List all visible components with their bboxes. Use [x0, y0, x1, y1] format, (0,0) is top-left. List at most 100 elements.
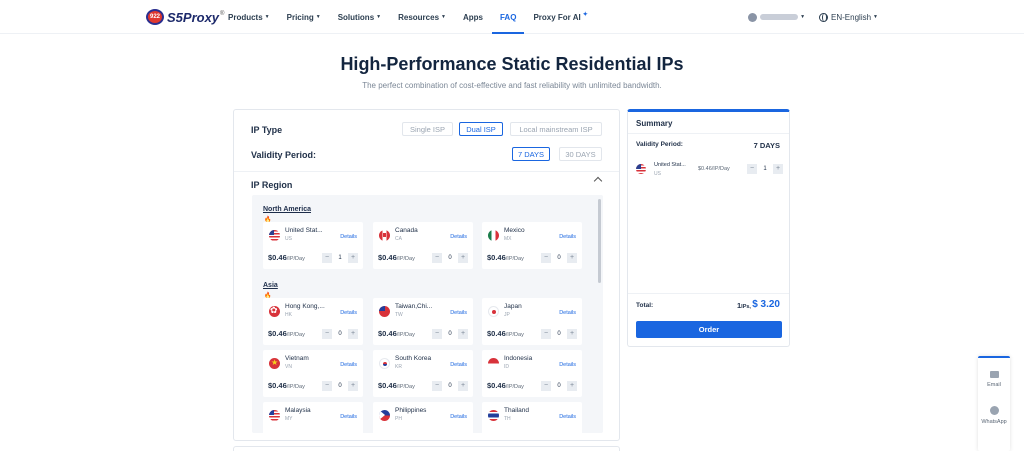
- language-selector[interactable]: EN-English ▼: [819, 12, 878, 22]
- scrollbar[interactable]: [598, 199, 601, 283]
- nav-proxy-for-ai[interactable]: Proxy For AI ✦: [533, 0, 587, 34]
- increment-button[interactable]: +: [773, 163, 783, 174]
- price: $0.46/IP/Day: [268, 329, 305, 338]
- country-code: CA: [395, 236, 402, 242]
- quantity-value[interactable]: 0: [551, 329, 567, 339]
- increment-button[interactable]: +: [458, 328, 468, 339]
- country-card-jp: Japan JP Details $0.46/IP/Day −0 +: [482, 298, 582, 345]
- increment-button[interactable]: +: [567, 380, 577, 391]
- details-link[interactable]: Details: [559, 234, 576, 240]
- quantity-value[interactable]: 0: [551, 381, 567, 391]
- country-code: KR: [395, 364, 402, 370]
- nav-products[interactable]: Products ▼: [228, 0, 270, 34]
- decrement-button[interactable]: −: [541, 328, 551, 339]
- price-value: $0.46: [268, 329, 287, 338]
- country-card-mx: Mexico MX Details $0.46/IP/Day −0 +: [482, 222, 582, 269]
- details-link[interactable]: Details: [559, 310, 576, 316]
- increment-button[interactable]: +: [458, 252, 468, 263]
- nav-links: Products ▼ Pricing ▼ Solutions ▼ Resources ▼…: [228, 0, 605, 34]
- validity-period-label: Validity Period:: [251, 150, 317, 160]
- details-link[interactable]: Details: [450, 362, 467, 368]
- country-card-ph: Philippines PH Details: [373, 402, 473, 433]
- decrement-button[interactable]: −: [747, 163, 757, 174]
- country-code: ID: [504, 364, 509, 370]
- nav-apps[interactable]: Apps: [463, 0, 483, 34]
- nav-faq[interactable]: FAQ: [491, 0, 526, 34]
- flag-ca-icon: [379, 230, 390, 241]
- quantity-value[interactable]: 1: [757, 164, 773, 174]
- price-unit: /IP/Day: [286, 256, 305, 262]
- decrement-button[interactable]: −: [432, 328, 442, 339]
- increment-button[interactable]: +: [567, 328, 577, 339]
- flag-kr-icon: [379, 358, 390, 369]
- details-link[interactable]: Details: [340, 234, 357, 240]
- decrement-button[interactable]: −: [541, 252, 551, 263]
- caret-down-icon: ▼: [800, 14, 806, 20]
- country-name: United Stat...: [285, 227, 323, 234]
- whatsapp-icon: [989, 406, 999, 415]
- quantity-value[interactable]: 0: [551, 253, 567, 263]
- price: $0.46/IP/Day: [378, 381, 415, 390]
- details-link[interactable]: Details: [340, 362, 357, 368]
- flag-th-icon: [488, 410, 499, 421]
- chevron-up-icon[interactable]: [593, 176, 603, 186]
- country-card-th: Thailand TH Details: [482, 402, 582, 433]
- s5proxy-logo[interactable]: 922 S5Proxy ®: [146, 9, 224, 25]
- contact-email[interactable]: Email: [978, 371, 1010, 388]
- details-link[interactable]: Details: [450, 234, 467, 240]
- country-name: South Korea: [395, 355, 432, 362]
- decrement-button[interactable]: −: [541, 380, 551, 391]
- order-button[interactable]: Order: [636, 321, 782, 338]
- increment-button[interactable]: +: [567, 252, 577, 263]
- nav-solutions[interactable]: Solutions ▼: [338, 0, 381, 34]
- globe-icon: [819, 12, 829, 22]
- quantity-stepper: −0 +: [322, 380, 358, 391]
- flag-jp-icon: [488, 306, 499, 317]
- details-link[interactable]: Details: [340, 310, 357, 316]
- price: $0.46/IP/Day: [378, 253, 415, 262]
- decrement-button[interactable]: −: [432, 380, 442, 391]
- price-value: $0.46: [268, 381, 287, 390]
- details-link[interactable]: Details: [450, 414, 467, 420]
- price-unit: /IP/Day: [505, 256, 524, 262]
- ip-type-single-isp[interactable]: Single ISP: [402, 122, 453, 136]
- ip-type-dual-isp[interactable]: Dual ISP: [459, 122, 503, 136]
- price: $0.46/IP/Day: [487, 253, 524, 262]
- quantity-value[interactable]: 0: [332, 381, 348, 391]
- quantity-stepper: −0 +: [541, 252, 577, 263]
- increment-button[interactable]: +: [458, 380, 468, 391]
- increment-button[interactable]: +: [348, 328, 358, 339]
- nav-pricing[interactable]: Pricing ▼: [287, 0, 321, 34]
- decrement-button[interactable]: −: [322, 252, 332, 263]
- details-link[interactable]: Details: [559, 414, 576, 420]
- details-link[interactable]: Details: [340, 414, 357, 420]
- quantity-stepper: −0 +: [541, 380, 577, 391]
- increment-button[interactable]: +: [348, 252, 358, 263]
- summary-title: Summary: [636, 119, 673, 128]
- country-card-tw: Taiwan,Chi... TW Details $0.46/IP/Day −0 +: [373, 298, 473, 345]
- details-link[interactable]: Details: [450, 310, 467, 316]
- increment-button[interactable]: +: [348, 380, 358, 391]
- decrement-button[interactable]: −: [322, 380, 332, 391]
- quantity-value[interactable]: 1: [332, 253, 348, 263]
- quantity-value[interactable]: 0: [442, 381, 458, 391]
- price-unit: /IP/Day: [396, 384, 415, 390]
- nav-solutions-label: Solutions: [337, 12, 375, 22]
- quantity-value[interactable]: 0: [332, 329, 348, 339]
- details-link[interactable]: Details: [559, 362, 576, 368]
- decrement-button[interactable]: −: [322, 328, 332, 339]
- validity-7-days[interactable]: 7 DAYS: [512, 147, 550, 161]
- ip-type-local-mainstream-isp[interactable]: Local mainstream ISP: [510, 122, 602, 136]
- total-amount: $ 3.20: [752, 299, 780, 310]
- decrement-button[interactable]: −: [432, 252, 442, 263]
- quantity-value[interactable]: 0: [442, 253, 458, 263]
- nav-resources[interactable]: Resources ▼: [398, 0, 446, 34]
- total-ip-count: 1IPs,: [737, 301, 751, 310]
- user-menu[interactable]: ▼: [748, 12, 806, 22]
- divider: [628, 293, 789, 294]
- config-panel: IP Type Single ISP Dual ISP Local mainst…: [233, 109, 620, 441]
- region-list[interactable]: North America 🔥 Asia 🔥 United Stat... US D…: [252, 195, 603, 433]
- contact-whatsapp[interactable]: WhatsApp: [978, 406, 1010, 425]
- validity-30-days[interactable]: 30 DAYS: [559, 147, 602, 161]
- quantity-value[interactable]: 0: [442, 329, 458, 339]
